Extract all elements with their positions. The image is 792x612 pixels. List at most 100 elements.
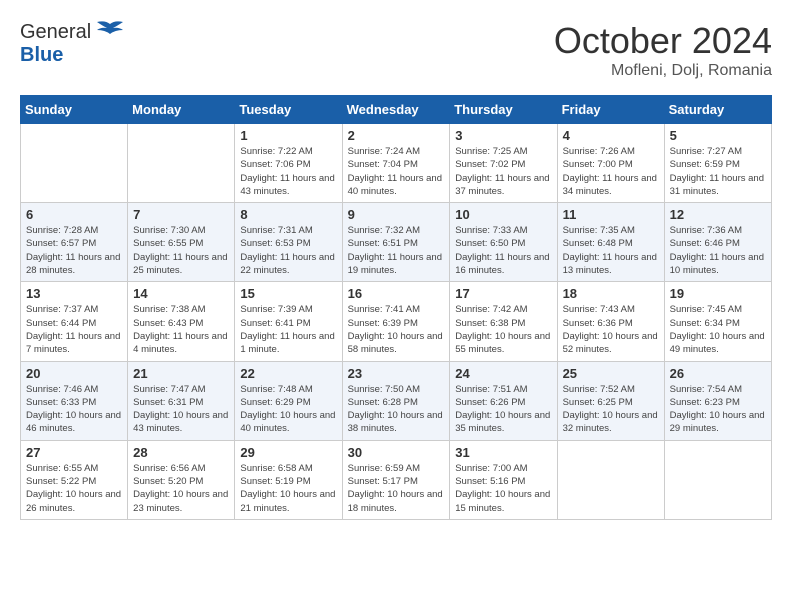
- day-info: Sunrise: 7:32 AM Sunset: 6:51 PM Dayligh…: [348, 224, 445, 277]
- table-row: 17Sunrise: 7:42 AM Sunset: 6:38 PM Dayli…: [450, 282, 557, 361]
- calendar-week-row: 13 Sunrise: 7:37 AM Sunset: 6:44 PM Dayli…: [21, 282, 772, 361]
- day-number: 31: [455, 445, 551, 460]
- day-number: 7: [133, 207, 229, 222]
- logo-blue-text: Blue: [20, 44, 63, 66]
- day-info: Sunrise: 7:24 AM Sunset: 7:04 PM Dayligh…: [348, 145, 445, 198]
- day-info: Sunrise: 7:33 AM Sunset: 6:50 PM Dayligh…: [455, 224, 551, 277]
- day-info: Sunrise: 7:25 AM Sunset: 7:02 PM Dayligh…: [455, 145, 551, 198]
- table-row: 25 Sunrise: 7:52 AM Sunset: 6:25 PM Dayli…: [557, 361, 664, 440]
- table-row: [21, 124, 128, 203]
- table-row: 13 Sunrise: 7:37 AM Sunset: 6:44 PM Dayli…: [21, 282, 128, 361]
- day-number: 15: [240, 286, 336, 301]
- table-row: 4 Sunrise: 7:26 AM Sunset: 7:00 PM Daylig…: [557, 124, 664, 203]
- table-row: 1 Sunrise: 7:22 AM Sunset: 7:06 PM Daylig…: [235, 124, 342, 203]
- day-number: 28: [133, 445, 229, 460]
- calendar-header-row: Sunday Monday Tuesday Wednesday Thursday…: [21, 96, 772, 124]
- table-row: 9 Sunrise: 7:32 AM Sunset: 6:51 PM Daylig…: [342, 203, 450, 282]
- day-info: Sunrise: 6:56 AM Sunset: 5:20 PM Dayligh…: [133, 462, 229, 515]
- table-row: 19 Sunrise: 7:45 AM Sunset: 6:34 PM Dayli…: [664, 282, 771, 361]
- day-info: Sunrise: 7:35 AM Sunset: 6:48 PM Dayligh…: [563, 224, 659, 277]
- day-info: Sunrise: 7:43 AM Sunset: 6:36 PM Dayligh…: [563, 303, 659, 356]
- day-number: 14: [133, 286, 229, 301]
- day-number: 9: [348, 207, 445, 222]
- table-row: 15Sunrise: 7:39 AM Sunset: 6:41 PM Dayli…: [235, 282, 342, 361]
- table-row: 3 Sunrise: 7:25 AM Sunset: 7:02 PM Daylig…: [450, 124, 557, 203]
- table-row: 8 Sunrise: 7:31 AM Sunset: 6:53 PM Daylig…: [235, 203, 342, 282]
- table-row: 26Sunrise: 7:54 AM Sunset: 6:23 PM Dayli…: [664, 361, 771, 440]
- table-row: 7 Sunrise: 7:30 AM Sunset: 6:55 PM Daylig…: [128, 203, 235, 282]
- table-row: 24Sunrise: 7:51 AM Sunset: 6:26 PM Dayli…: [450, 361, 557, 440]
- table-row: [557, 440, 664, 519]
- table-row: 30 Sunrise: 6:59 AM Sunset: 5:17 PM Dayli…: [342, 440, 450, 519]
- col-saturday: Saturday: [664, 96, 771, 124]
- table-row: 16Sunrise: 7:41 AM Sunset: 6:39 PM Dayli…: [342, 282, 450, 361]
- day-info: Sunrise: 7:48 AM Sunset: 6:29 PM Dayligh…: [240, 383, 336, 436]
- day-info: Sunrise: 6:59 AM Sunset: 5:17 PM Dayligh…: [348, 462, 445, 515]
- day-info: Sunrise: 7:37 AM Sunset: 6:44 PM Dayligh…: [26, 303, 122, 356]
- day-number: 19: [670, 286, 766, 301]
- col-wednesday: Wednesday: [342, 96, 450, 124]
- table-row: 31 Sunrise: 7:00 AM Sunset: 5:16 PM Dayli…: [450, 440, 557, 519]
- day-number: 13: [26, 286, 122, 301]
- day-info: Sunrise: 7:45 AM Sunset: 6:34 PM Dayligh…: [670, 303, 766, 356]
- day-number: 12: [670, 207, 766, 222]
- day-info: Sunrise: 7:46 AM Sunset: 6:33 PM Dayligh…: [26, 383, 122, 436]
- logo: General Blue: [20, 20, 125, 67]
- table-row: 6Sunrise: 7:28 AM Sunset: 6:57 PM Daylig…: [21, 203, 128, 282]
- table-row: 12 Sunrise: 7:36 AM Sunset: 6:46 PM Dayli…: [664, 203, 771, 282]
- calendar-week-row: 27Sunrise: 6:55 AM Sunset: 5:22 PM Dayli…: [21, 440, 772, 519]
- day-number: 3: [455, 128, 551, 143]
- col-friday: Friday: [557, 96, 664, 124]
- day-info: Sunrise: 7:22 AM Sunset: 7:06 PM Dayligh…: [240, 145, 336, 198]
- table-row: 10 Sunrise: 7:33 AM Sunset: 6:50 PM Dayli…: [450, 203, 557, 282]
- day-number: 1: [240, 128, 336, 143]
- day-number: 6: [26, 207, 122, 222]
- logo-general-text: General: [20, 21, 91, 44]
- day-number: 20: [26, 366, 122, 381]
- day-number: 30: [348, 445, 445, 460]
- table-row: 14 Sunrise: 7:38 AM Sunset: 6:43 PM Dayli…: [128, 282, 235, 361]
- day-info: Sunrise: 7:47 AM Sunset: 6:31 PM Dayligh…: [133, 383, 229, 436]
- month-title: October 2024: [554, 20, 772, 62]
- table-row: [128, 124, 235, 203]
- col-tuesday: Tuesday: [235, 96, 342, 124]
- calendar-week-row: 20 Sunrise: 7:46 AM Sunset: 6:33 PM Dayli…: [21, 361, 772, 440]
- table-row: 22 Sunrise: 7:48 AM Sunset: 6:29 PM Dayli…: [235, 361, 342, 440]
- day-number: 25: [563, 366, 659, 381]
- day-number: 4: [563, 128, 659, 143]
- logo-bird-icon: [95, 20, 125, 44]
- table-row: 23 Sunrise: 7:50 AM Sunset: 6:28 PM Dayli…: [342, 361, 450, 440]
- table-row: 28 Sunrise: 6:56 AM Sunset: 5:20 PM Dayli…: [128, 440, 235, 519]
- day-info: Sunrise: 7:36 AM Sunset: 6:46 PM Dayligh…: [670, 224, 766, 277]
- day-number: 8: [240, 207, 336, 222]
- day-number: 2: [348, 128, 445, 143]
- day-number: 21: [133, 366, 229, 381]
- col-thursday: Thursday: [450, 96, 557, 124]
- calendar-week-row: 1 Sunrise: 7:22 AM Sunset: 7:06 PM Daylig…: [21, 124, 772, 203]
- day-number: 10: [455, 207, 551, 222]
- day-info: Sunrise: 7:27 AM Sunset: 6:59 PM Dayligh…: [670, 145, 766, 198]
- day-info: Sunrise: 7:52 AM Sunset: 6:25 PM Dayligh…: [563, 383, 659, 436]
- day-info: Sunrise: 7:38 AM Sunset: 6:43 PM Dayligh…: [133, 303, 229, 356]
- day-number: 18: [563, 286, 659, 301]
- day-info: Sunrise: 7:26 AM Sunset: 7:00 PM Dayligh…: [563, 145, 659, 198]
- table-row: [664, 440, 771, 519]
- title-section: October 2024 Mofleni, Dolj, Romania: [554, 20, 772, 80]
- table-row: 20 Sunrise: 7:46 AM Sunset: 6:33 PM Dayli…: [21, 361, 128, 440]
- day-info: Sunrise: 7:51 AM Sunset: 6:26 PM Dayligh…: [455, 383, 551, 436]
- col-sunday: Sunday: [21, 96, 128, 124]
- day-info: Sunrise: 7:30 AM Sunset: 6:55 PM Dayligh…: [133, 224, 229, 277]
- table-row: 18 Sunrise: 7:43 AM Sunset: 6:36 PM Dayli…: [557, 282, 664, 361]
- day-number: 23: [348, 366, 445, 381]
- day-info: Sunrise: 7:50 AM Sunset: 6:28 PM Dayligh…: [348, 383, 445, 436]
- day-info: Sunrise: 7:31 AM Sunset: 6:53 PM Dayligh…: [240, 224, 336, 277]
- calendar-table: Sunday Monday Tuesday Wednesday Thursday…: [20, 95, 772, 520]
- day-info: Sunrise: 7:00 AM Sunset: 5:16 PM Dayligh…: [455, 462, 551, 515]
- table-row: 27Sunrise: 6:55 AM Sunset: 5:22 PM Dayli…: [21, 440, 128, 519]
- day-info: Sunrise: 6:58 AM Sunset: 5:19 PM Dayligh…: [240, 462, 336, 515]
- day-info: Sunrise: 6:55 AM Sunset: 5:22 PM Dayligh…: [26, 462, 122, 515]
- day-number: 22: [240, 366, 336, 381]
- day-info: Sunrise: 7:54 AM Sunset: 6:23 PM Dayligh…: [670, 383, 766, 436]
- page-header: General Blue October 2024 Mofleni, Dolj,…: [20, 20, 772, 80]
- table-row: 2 Sunrise: 7:24 AM Sunset: 7:04 PM Daylig…: [342, 124, 450, 203]
